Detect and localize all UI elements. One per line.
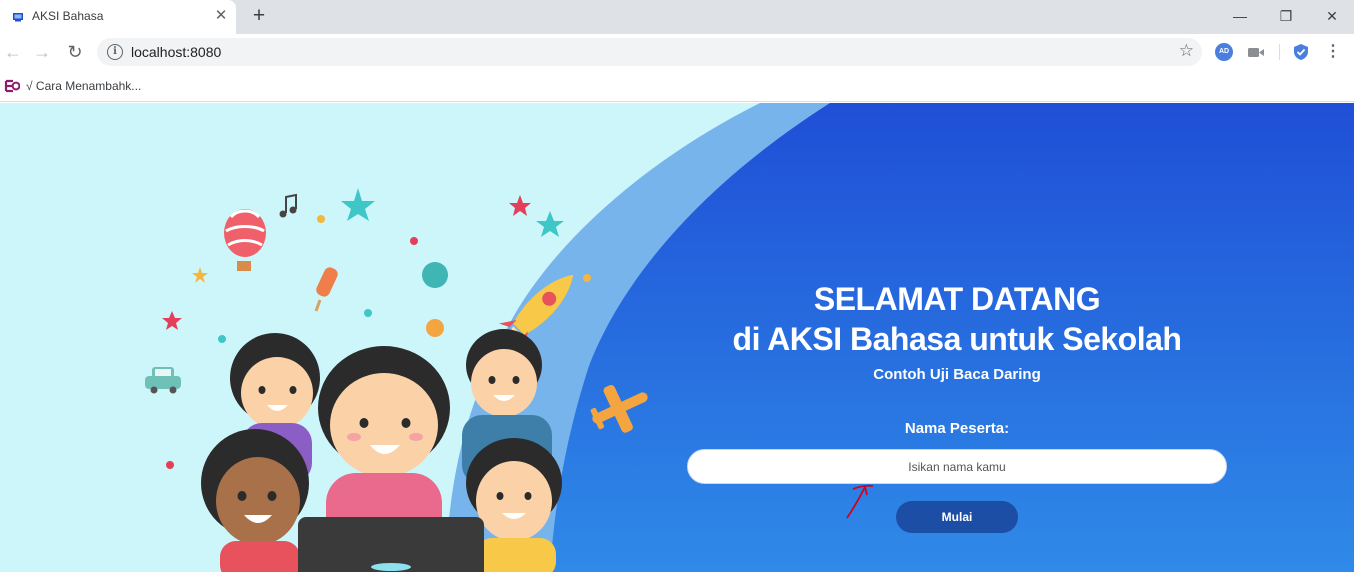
laptop-icon [298,517,484,572]
star-icon [536,211,564,237]
browser-menu-icon[interactable]: ⋮ [1325,40,1341,64]
tab-title: AKSI Bahasa [32,9,104,23]
restore-icon[interactable]: ❐ [1266,4,1306,28]
bookmark-star-icon[interactable]: ☆ [1179,41,1194,61]
child-figure [201,429,309,572]
welcome-subtitle: di AKSI Bahasa untuk Sekolah [732,321,1182,357]
page-viewport: SELAMAT DATANG di AKSI Bahasa untuk Seko… [0,103,1354,572]
tagline: Contoh Uji Baca Daring [873,366,1041,383]
browser-tab[interactable]: AKSI Bahasa ✕ [0,0,236,34]
site-info-icon[interactable]: i [107,44,123,60]
bookmarks-bar: √ Cara Menambahk... [0,70,1354,102]
welcome-title: SELAMAT DATANG [813,281,1101,317]
planet-icon [422,262,448,288]
hot-air-balloon-icon [224,209,266,271]
start-button[interactable]: Mulai [896,501,1018,533]
airplane-icon [590,384,648,433]
ice-pop-icon [314,267,338,312]
close-window-icon[interactable]: ✕ [1312,4,1352,28]
forward-icon[interactable]: → [29,39,55,65]
children-illustration [145,188,648,572]
shield-extension-icon[interactable] [1292,43,1310,61]
bookmark-favicon-icon [4,79,20,93]
back-icon[interactable]: ← [0,39,26,65]
url-text[interactable]: localhost:8080 [131,44,221,60]
site-favicon-icon [13,13,23,22]
orange-ball-icon [426,319,444,337]
star-icon [509,195,531,216]
star-icon [162,311,182,330]
video-camera-icon[interactable] [1247,43,1265,61]
minimize-icon[interactable]: — [1220,4,1260,28]
participant-name-label: Nama Peserta: [904,420,1010,437]
browser-toolbar: ← → ↻ i localhost:8080 ☆ AD ⋮ [0,34,1354,70]
adblock-extension-icon[interactable]: AD [1215,43,1233,61]
toy-car-icon [145,367,181,394]
toolbar-divider [1279,44,1280,60]
new-tab-icon[interactable]: + [248,5,270,27]
star-icon [192,267,208,283]
star-icon [341,188,375,221]
participant-name-input[interactable] [687,449,1227,484]
bookmark-label: √ Cara Menambahk... [26,79,142,93]
reload-icon[interactable]: ↻ [62,39,88,65]
close-tab-icon[interactable]: ✕ [212,7,230,25]
tab-strip: AKSI Bahasa ✕ + — ❐ ✕ [0,0,1354,34]
address-bar[interactable]: i localhost:8080 ☆ [97,38,1202,66]
bookmark-item[interactable]: √ Cara Menambahk... [4,76,141,96]
annotation-arrow [846,484,874,519]
